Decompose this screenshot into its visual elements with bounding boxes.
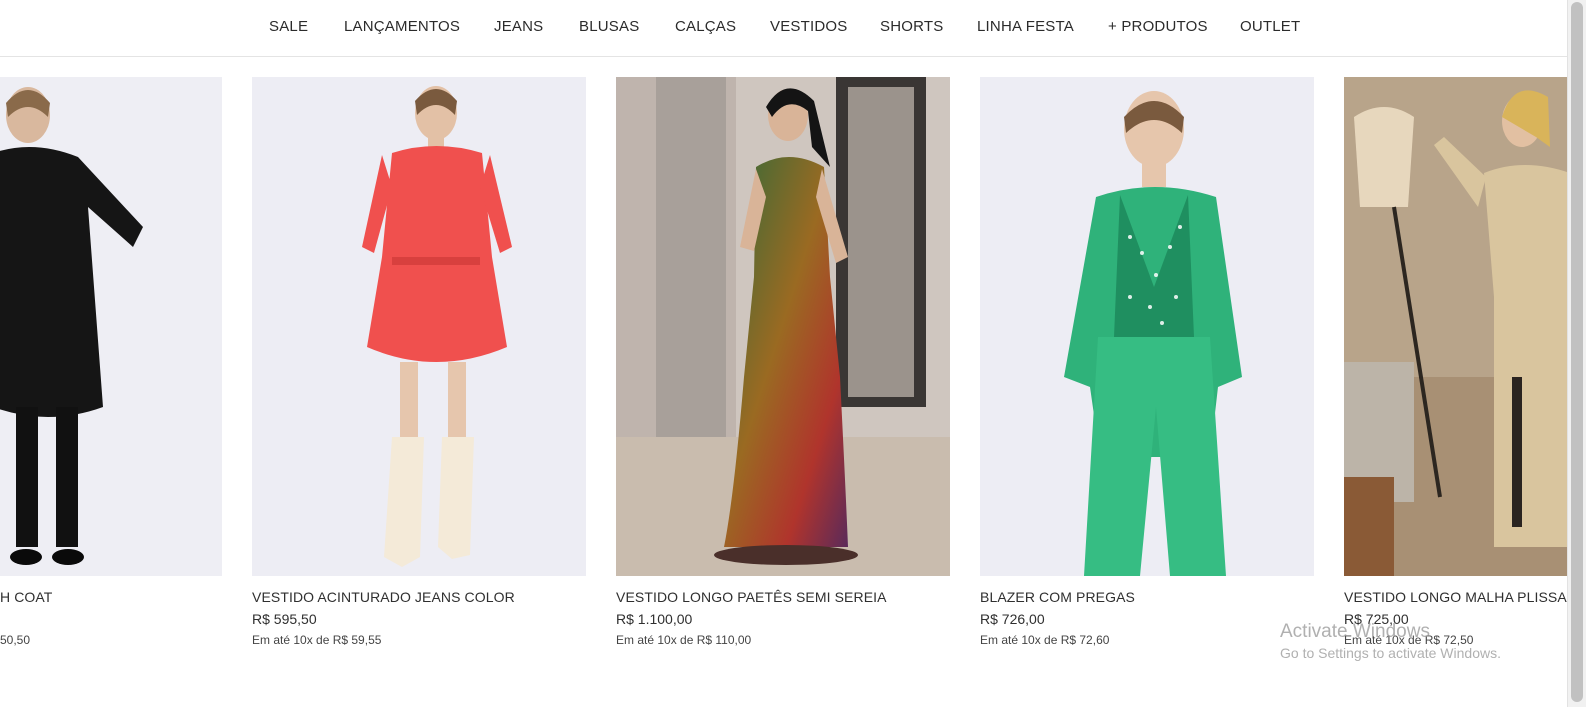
product-photo-black-coat	[0, 77, 222, 576]
product-photo-green-blazer	[980, 77, 1314, 576]
product-image[interactable]	[616, 77, 950, 576]
nav-item-sale[interactable]: SALE	[269, 18, 308, 35]
top-navigation: SALE LANÇAMENTOS JEANS BLUSAS CALÇAS VES…	[0, 0, 1568, 57]
product-photo-sequin-dress	[616, 77, 950, 576]
product-image[interactable]	[1344, 77, 1586, 576]
product-name[interactable]: VESTIDO LONGO PAETÊS SEMI SEREIA	[616, 589, 887, 605]
product-image[interactable]	[980, 77, 1314, 576]
nav-item-blusas[interactable]: BLUSAS	[579, 18, 639, 35]
product-photo-gold-dress	[1344, 77, 1586, 576]
product-card[interactable]: VESTIDO LONGO MALHA PLISSA R$ 725,00 Em …	[1344, 77, 1586, 647]
watermark-subtitle: Go to Settings to activate Windows.	[1280, 645, 1501, 661]
product-price: R$ 725,00	[1344, 611, 1409, 627]
product-name[interactable]: VESTIDO LONGO MALHA PLISSA	[1344, 589, 1567, 605]
product-installments: Em até 10x de R$ 110,00	[616, 633, 752, 647]
nav-item-linha-festa[interactable]: LINHA FESTA	[977, 18, 1074, 35]
product-image[interactable]	[252, 77, 586, 576]
product-installments: Em até 10x de R$ 72,50	[1344, 633, 1474, 647]
vertical-scrollbar[interactable]	[1567, 0, 1586, 707]
page: SALE LANÇAMENTOS JEANS BLUSAS CALÇAS VES…	[0, 0, 1586, 707]
product-name[interactable]: VESTIDO ACINTURADO JEANS COLOR	[252, 589, 515, 605]
product-price: R$ 595,50	[252, 611, 317, 627]
product-photo-red-dress	[252, 77, 586, 576]
nav-item-lancamentos[interactable]: LANÇAMENTOS	[344, 18, 460, 35]
product-card[interactable]: H COAT 50,50	[0, 77, 222, 647]
product-installments: 50,50	[0, 633, 31, 647]
product-image[interactable]	[0, 77, 222, 576]
product-installments: Em até 10x de R$ 59,55	[252, 633, 382, 647]
product-card[interactable]: BLAZER COM PREGAS R$ 726,00 Em até 10x d…	[980, 77, 1314, 647]
product-name[interactable]: H COAT	[0, 589, 52, 605]
product-card[interactable]: VESTIDO LONGO PAETÊS SEMI SEREIA R$ 1.10…	[616, 77, 950, 647]
product-price: R$ 726,00	[980, 611, 1045, 627]
nav-item-vestidos[interactable]: VESTIDOS	[770, 18, 847, 35]
nav-item-calcas[interactable]: CALÇAS	[675, 18, 736, 35]
scrollbar-thumb[interactable]	[1571, 2, 1583, 702]
nav-item-jeans[interactable]: JEANS	[494, 18, 543, 35]
nav-item-shorts[interactable]: SHORTS	[880, 18, 943, 35]
product-installments: Em até 10x de R$ 72,60	[980, 633, 1110, 647]
product-card[interactable]: VESTIDO ACINTURADO JEANS COLOR R$ 595,50…	[252, 77, 586, 647]
product-price: R$ 1.100,00	[616, 611, 693, 627]
nav-item-outlet[interactable]: OUTLET	[1240, 18, 1300, 35]
nav-item-mais-produtos[interactable]: + PRODUTOS	[1108, 18, 1208, 35]
product-name[interactable]: BLAZER COM PREGAS	[980, 589, 1135, 605]
